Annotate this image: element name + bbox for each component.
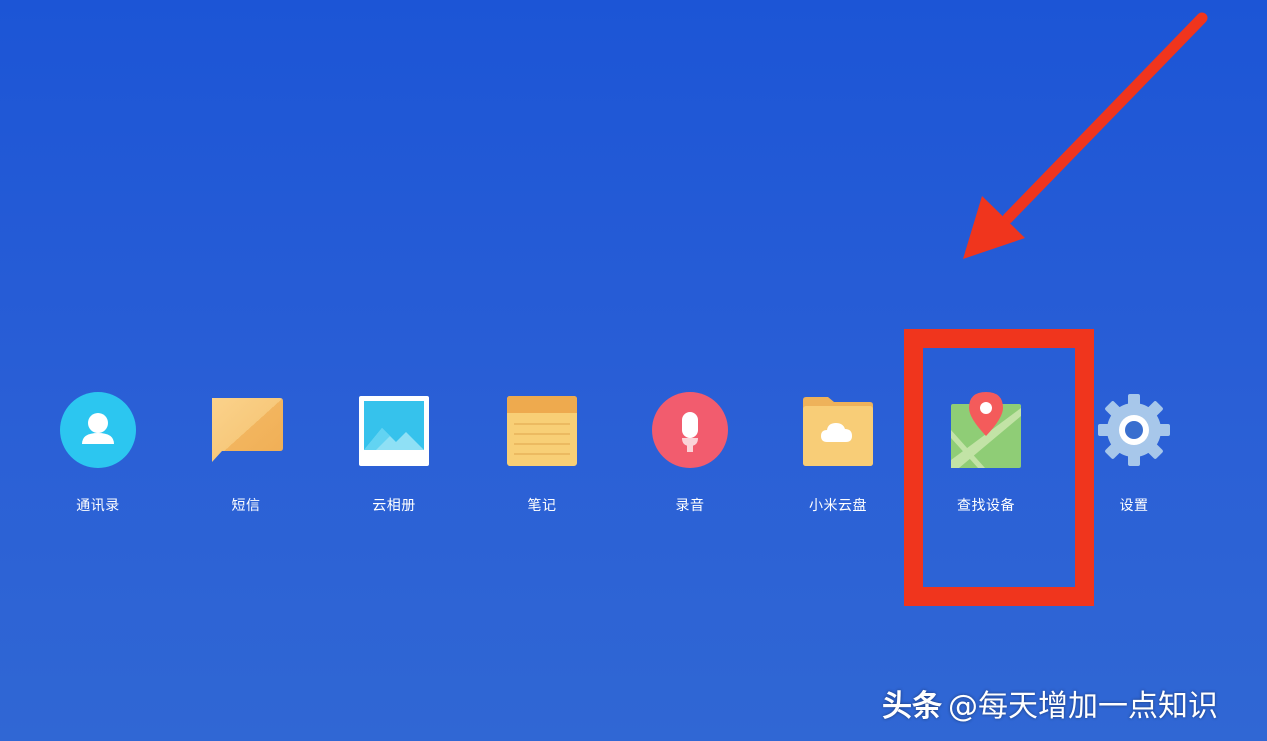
app-label: 云相册 (372, 498, 416, 514)
contacts-icon (60, 392, 136, 468)
gallery-icon (356, 392, 432, 468)
app-gallery[interactable]: 云相册 (324, 392, 464, 522)
app-cloud-drive[interactable]: 小米云盘 (768, 392, 908, 522)
settings-icon (1096, 392, 1172, 468)
app-label: 设置 (1119, 498, 1149, 514)
app-recorder[interactable]: 录音 (620, 392, 760, 522)
app-label: 笔记 (527, 498, 557, 514)
app-label: 通讯录 (76, 498, 120, 514)
watermark-brand: 头条 (882, 689, 942, 724)
cloud-drive-icon (800, 392, 876, 468)
app-label: 录音 (675, 498, 705, 514)
annotation-arrow (963, 12, 1208, 259)
app-contacts[interactable]: 通讯录 (28, 392, 168, 522)
app-label: 查找设备 (957, 498, 1015, 514)
app-settings[interactable]: 设置 (1064, 392, 1204, 522)
app-notes[interactable]: 笔记 (472, 392, 612, 522)
app-label: 小米云盘 (809, 498, 867, 514)
app-find-device[interactable]: 查找设备 (916, 392, 1056, 522)
watermark: 头条 @每天增加一点知识 (882, 681, 1218, 725)
find-device-icon (948, 392, 1024, 468)
messages-icon (208, 392, 284, 468)
app-messages[interactable]: 短信 (176, 392, 316, 522)
app-label: 短信 (231, 498, 261, 514)
watermark-handle: @每天增加一点知识 (948, 689, 1218, 724)
notes-icon (504, 392, 580, 468)
recorder-icon (652, 392, 728, 468)
